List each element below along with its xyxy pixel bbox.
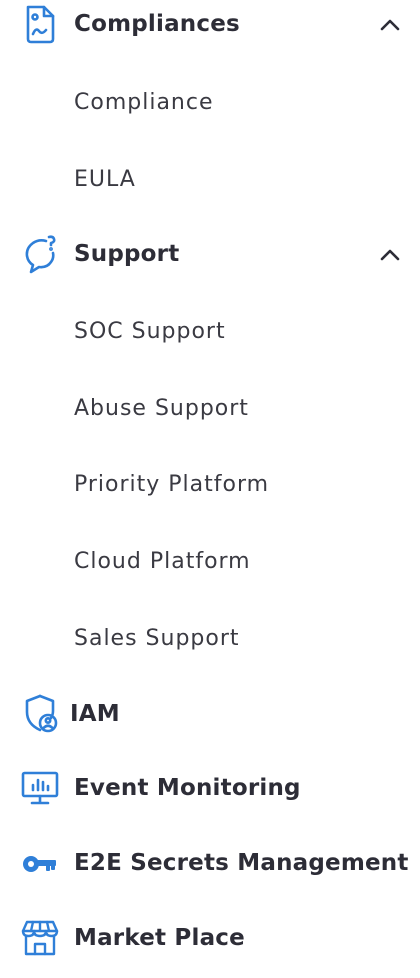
sidebar-item-label: EULA xyxy=(74,166,136,192)
sidebar-item-label: Sales Support xyxy=(74,625,240,651)
sidebar-section-label: Compliances xyxy=(74,11,240,37)
sidebar-section-event-monitoring[interactable]: Event Monitoring xyxy=(0,766,420,810)
sidebar-section-market-place[interactable]: Market Place xyxy=(0,916,420,960)
sidebar-item-compliance[interactable]: Compliance xyxy=(0,80,420,124)
sidebar-item-priority-platform[interactable]: Priority Platform xyxy=(0,462,420,506)
sidebar-section-label: Market Place xyxy=(74,925,245,951)
sidebar-nav: Compliances Compliance EULA Support SOC … xyxy=(0,0,420,978)
sidebar-section-iam[interactable]: IAM xyxy=(0,692,420,736)
sidebar-section-compliances[interactable]: Compliances xyxy=(0,2,420,46)
sidebar-section-label: Event Monitoring xyxy=(74,775,301,801)
sidebar-item-abuse-support[interactable]: Abuse Support xyxy=(0,386,420,430)
chevron-up-icon[interactable] xyxy=(376,10,404,38)
sidebar-item-soc-support[interactable]: SOC Support xyxy=(0,309,420,353)
monitor-chart-icon xyxy=(20,768,60,808)
sidebar-item-label: Abuse Support xyxy=(74,395,249,421)
sidebar-section-e2e-secrets-management[interactable]: E2E Secrets Management xyxy=(0,841,420,885)
sidebar-section-label: E2E Secrets Management xyxy=(74,850,409,876)
document-image-icon xyxy=(20,4,60,44)
key-icon xyxy=(20,843,60,883)
chat-question-icon xyxy=(20,234,60,274)
storefront-icon xyxy=(20,918,60,958)
sidebar-item-eula[interactable]: EULA xyxy=(0,157,420,201)
sidebar-item-label: Compliance xyxy=(74,89,214,115)
sidebar-item-label: Cloud Platform xyxy=(74,548,251,574)
sidebar-section-label: IAM xyxy=(70,701,120,727)
sidebar-item-sales-support[interactable]: Sales Support xyxy=(0,616,420,660)
sidebar-item-label: SOC Support xyxy=(74,318,226,344)
sidebar-item-label: Priority Platform xyxy=(74,471,270,497)
shield-user-icon xyxy=(20,694,60,734)
sidebar-section-label: Support xyxy=(74,241,180,267)
sidebar-item-cloud-platform[interactable]: Cloud Platform xyxy=(0,539,420,583)
chevron-up-icon[interactable] xyxy=(376,240,404,268)
sidebar-section-support[interactable]: Support xyxy=(0,232,420,276)
